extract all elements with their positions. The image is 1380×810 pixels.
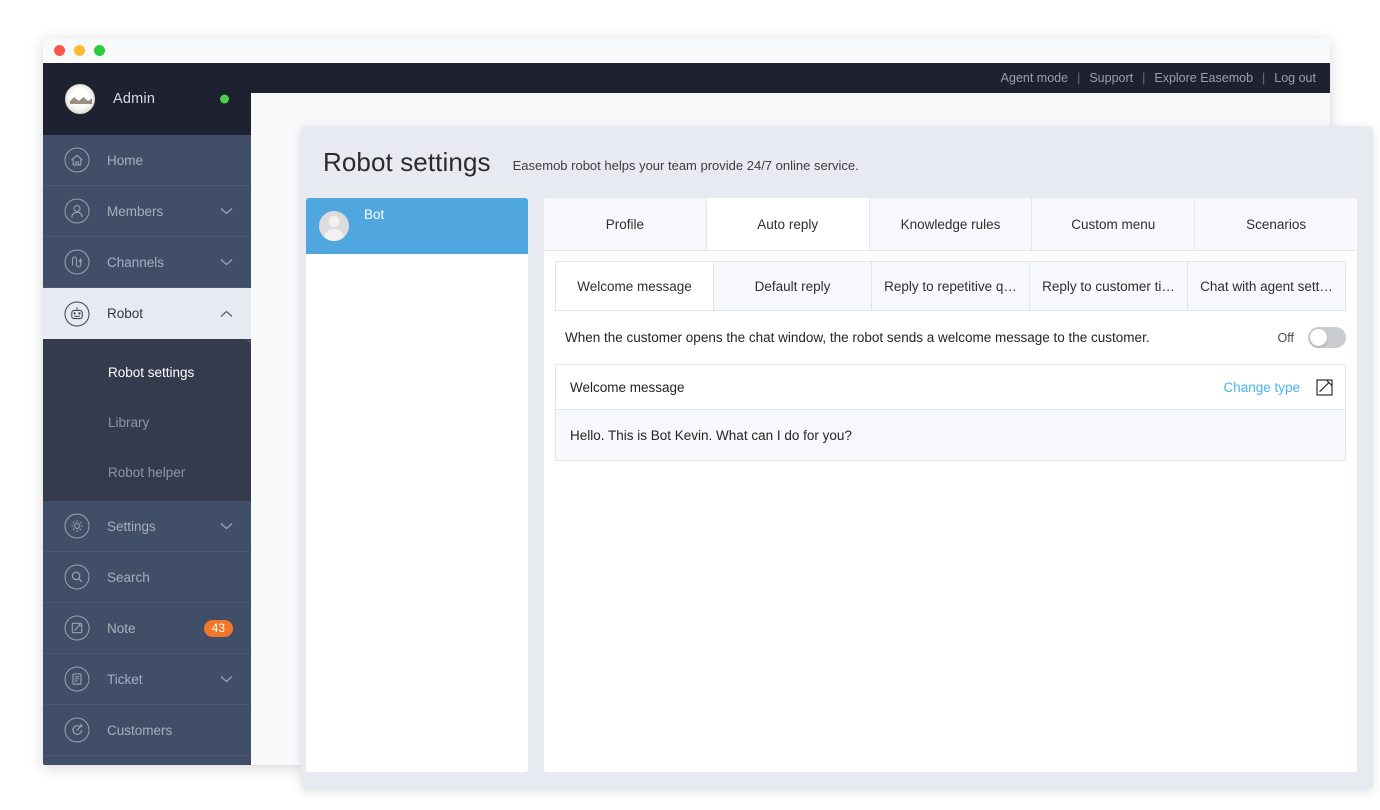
subtab-reply-repetitive[interactable]: Reply to repetitive q… bbox=[872, 262, 1030, 310]
sidebar-subitem-label: Robot settings bbox=[108, 364, 195, 380]
sidebar-item-label: Note bbox=[107, 620, 136, 636]
tab-auto-reply[interactable]: Auto reply bbox=[706, 198, 870, 250]
chevron-down-icon bbox=[220, 207, 233, 215]
welcome-toggle-row: When the customer opens the chat window,… bbox=[555, 311, 1346, 364]
log-out-link[interactable]: Log out bbox=[1272, 71, 1318, 85]
sidebar-item-channels[interactable]: Channels bbox=[43, 237, 251, 288]
welcome-message-body: Hello. This is Bot Kevin. What can I do … bbox=[556, 410, 1345, 460]
gear-icon bbox=[63, 512, 91, 540]
subtab-chat-agent-settings[interactable]: Chat with agent sett… bbox=[1188, 262, 1345, 310]
close-window-button[interactable] bbox=[54, 45, 65, 56]
sidebar-user-header[interactable]: Admin bbox=[43, 63, 251, 135]
sidebar-subitem-label: Robot helper bbox=[108, 464, 186, 480]
status-badge bbox=[220, 94, 229, 104]
welcome-toggle-switch[interactable] bbox=[1308, 327, 1346, 348]
sidebar-item-customers[interactable]: Customers bbox=[43, 705, 251, 756]
chevron-up-icon bbox=[220, 310, 233, 318]
welcome-message-title: Welcome message bbox=[570, 379, 685, 395]
robot-icon bbox=[63, 300, 91, 328]
window-titlebar bbox=[43, 38, 1330, 63]
welcome-message-card: Welcome message Change type Hello. This … bbox=[555, 364, 1346, 461]
note-badge-count: 43 bbox=[203, 619, 233, 637]
sub-tab-bar: Welcome message Default reply Reply to r… bbox=[555, 261, 1346, 311]
subtab-default-reply[interactable]: Default reply bbox=[714, 262, 872, 310]
chevron-down-icon bbox=[220, 258, 233, 266]
subtab-welcome-message[interactable]: Welcome message bbox=[556, 262, 714, 310]
avatar bbox=[65, 84, 95, 114]
sidebar-item-library[interactable]: Library bbox=[43, 397, 251, 447]
sidebar-item-label: Customers bbox=[107, 722, 173, 738]
home-icon bbox=[63, 146, 91, 174]
minimize-window-button[interactable] bbox=[74, 45, 85, 56]
tab-bar: Profile Auto reply Knowledge rules Custo… bbox=[544, 198, 1357, 251]
sidebar-item-members[interactable]: Members bbox=[43, 186, 251, 237]
page-title: Robot settings bbox=[323, 146, 491, 177]
app-window: Agent mode | Support | Explore Easemob |… bbox=[43, 38, 1373, 790]
channels-icon bbox=[63, 248, 91, 276]
settings-card: Profile Auto reply Knowledge rules Custo… bbox=[544, 198, 1357, 772]
sidebar: Admin Home Members Channels Robot Robot … bbox=[43, 63, 251, 765]
search-icon bbox=[63, 563, 91, 591]
toggle-knob bbox=[1310, 329, 1327, 346]
tab-scenarios[interactable]: Scenarios bbox=[1195, 198, 1357, 250]
user-name: Admin bbox=[113, 91, 156, 107]
welcome-message-card-header: Welcome message Change type bbox=[556, 365, 1345, 410]
bot-name-label: Bot bbox=[364, 207, 385, 222]
tab-profile[interactable]: Profile bbox=[544, 198, 707, 250]
top-separator-1: | bbox=[1077, 71, 1081, 85]
sidebar-item-ticket[interactable]: Ticket bbox=[43, 654, 251, 705]
tab-knowledge-rules[interactable]: Knowledge rules bbox=[869, 198, 1033, 250]
support-link[interactable]: Support bbox=[1087, 71, 1135, 85]
explore-easemob-link[interactable]: Explore Easemob bbox=[1152, 71, 1255, 85]
sidebar-item-note[interactable]: Note 43 bbox=[43, 603, 251, 654]
sidebar-item-robot-settings[interactable]: Robot settings bbox=[43, 347, 251, 397]
top-separator-3: | bbox=[1262, 71, 1266, 85]
sidebar-item-settings[interactable]: Settings bbox=[43, 501, 251, 552]
sidebar-item-robot[interactable]: Robot bbox=[43, 288, 251, 339]
person-placeholder-icon bbox=[319, 211, 349, 241]
robot-submenu: Robot settings Library Robot helper bbox=[43, 339, 251, 501]
sidebar-item-home[interactable]: Home bbox=[43, 135, 251, 186]
customers-icon bbox=[63, 716, 91, 744]
sidebar-item-label: Channels bbox=[107, 254, 165, 270]
change-type-link[interactable]: Change type bbox=[1223, 380, 1300, 395]
content-panel: Robot settings Easemob robot helps your … bbox=[301, 126, 1373, 790]
welcome-toggle-state-label: Off bbox=[1277, 330, 1294, 345]
agent-mode-link[interactable]: Agent mode bbox=[999, 71, 1070, 85]
sidebar-item-label: Ticket bbox=[107, 671, 143, 687]
welcome-toggle-description: When the customer opens the chat window,… bbox=[565, 330, 1150, 345]
sidebar-item-search[interactable]: Search bbox=[43, 552, 251, 603]
page-header: Robot settings Easemob robot helps your … bbox=[301, 126, 1373, 198]
maximize-window-button[interactable] bbox=[94, 45, 105, 56]
tab-custom-menu[interactable]: Custom menu bbox=[1032, 198, 1196, 250]
sidebar-item-robot-helper[interactable]: Robot helper bbox=[43, 447, 251, 497]
ticket-icon bbox=[63, 665, 91, 693]
sidebar-item-label: Settings bbox=[107, 518, 156, 534]
members-icon bbox=[63, 197, 91, 225]
page-subtitle: Easemob robot helps your team provide 24… bbox=[512, 157, 859, 173]
sidebar-subitem-label: Library bbox=[108, 414, 150, 430]
note-icon bbox=[63, 614, 91, 642]
edit-square-icon[interactable] bbox=[1316, 378, 1333, 396]
top-separator-2: | bbox=[1142, 71, 1146, 85]
sidebar-item-label: Robot bbox=[107, 306, 144, 321]
panels-row: Bot Profile Auto reply Knowledge rules C… bbox=[306, 198, 1357, 772]
chevron-down-icon bbox=[220, 522, 233, 530]
traffic-lights bbox=[54, 45, 105, 56]
sidebar-item-label: Search bbox=[107, 569, 150, 585]
chevron-down-icon bbox=[220, 675, 233, 683]
subtab-reply-customer-timeout[interactable]: Reply to customer ti… bbox=[1030, 262, 1188, 310]
list-item[interactable]: Bot bbox=[306, 198, 528, 254]
sidebar-item-label: Home bbox=[107, 152, 144, 168]
bot-list-panel: Bot bbox=[306, 198, 528, 772]
sidebar-item-label: Members bbox=[107, 203, 164, 219]
